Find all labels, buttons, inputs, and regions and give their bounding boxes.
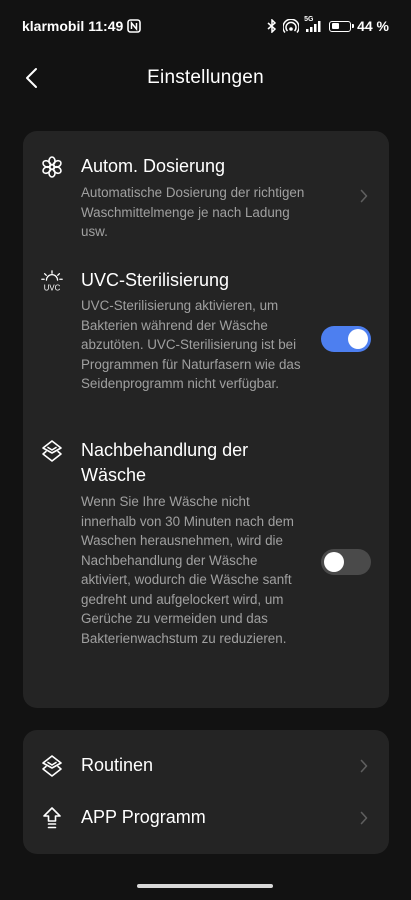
menu-card: Routinen APP Programm	[23, 730, 389, 854]
uvc-toggle[interactable]	[321, 326, 371, 352]
battery-icon	[329, 20, 355, 32]
chevron-right-icon	[359, 810, 369, 826]
menu-item-label: APP Programm	[81, 807, 206, 827]
carrier-label: klarmobil	[22, 18, 85, 34]
setting-uvc-sterilization: UVC UVC-Sterilisierung UVC-Sterilisierun…	[23, 266, 389, 416]
care-icon	[40, 439, 64, 463]
uvc-icon: UVC	[40, 269, 64, 295]
setting-title: UVC-Sterilisierung	[81, 270, 230, 290]
app-program-icon	[40, 806, 64, 830]
chevron-left-icon	[26, 68, 37, 88]
hotspot-icon	[283, 19, 300, 33]
flower-icon	[40, 155, 64, 179]
clock: 11:49	[88, 18, 124, 34]
battery-percent: 44 %	[357, 18, 389, 34]
toggle-knob	[348, 329, 368, 349]
status-bar: klarmobil 11:49 5G 44 %	[0, 0, 411, 52]
nfc-icon	[127, 19, 142, 33]
setting-title: Nachbehandlung der Wäsche	[81, 440, 249, 485]
setting-description: Wenn Sie Ihre Wäsche nicht innerhalb von…	[81, 494, 294, 646]
menu-item-label: Routinen	[81, 755, 154, 775]
setting-title: Autom. Dosierung	[81, 156, 226, 176]
network-type-label: 5G	[304, 16, 314, 23]
bluetooth-icon	[267, 19, 277, 33]
setting-description: UVC-Sterilisierung aktivieren, um Bakter…	[81, 298, 301, 391]
page-title: Einstellungen	[147, 67, 264, 88]
routines-icon	[40, 754, 64, 778]
setting-auto-dosing[interactable]: Autom. Dosierung Automatische Dosierung …	[23, 151, 389, 241]
signal-icon: 5G	[304, 16, 323, 33]
menu-item-app-program[interactable]: APP Programm	[23, 792, 389, 844]
chevron-right-icon	[359, 758, 369, 774]
back-button[interactable]	[16, 62, 48, 94]
setting-laundry-aftercare: Nachbehandlung der Wäsche Wenn Sie Ihre …	[23, 436, 389, 691]
menu-item-routines[interactable]: Routinen	[23, 740, 389, 792]
settings-screen: klarmobil 11:49 5G 44 % Einstellungen Au…	[0, 0, 411, 900]
chevron-right-icon	[359, 188, 369, 204]
settings-card: Autom. Dosierung Automatische Dosierung …	[23, 131, 389, 708]
header: Einstellungen	[0, 52, 411, 104]
uvc-icon-text: UVC	[44, 283, 61, 292]
home-indicator[interactable]	[137, 884, 273, 888]
setting-description: Automatische Dosierung der richtigen Was…	[81, 185, 305, 239]
toggle-knob	[324, 552, 344, 572]
aftercare-toggle[interactable]	[321, 549, 371, 575]
